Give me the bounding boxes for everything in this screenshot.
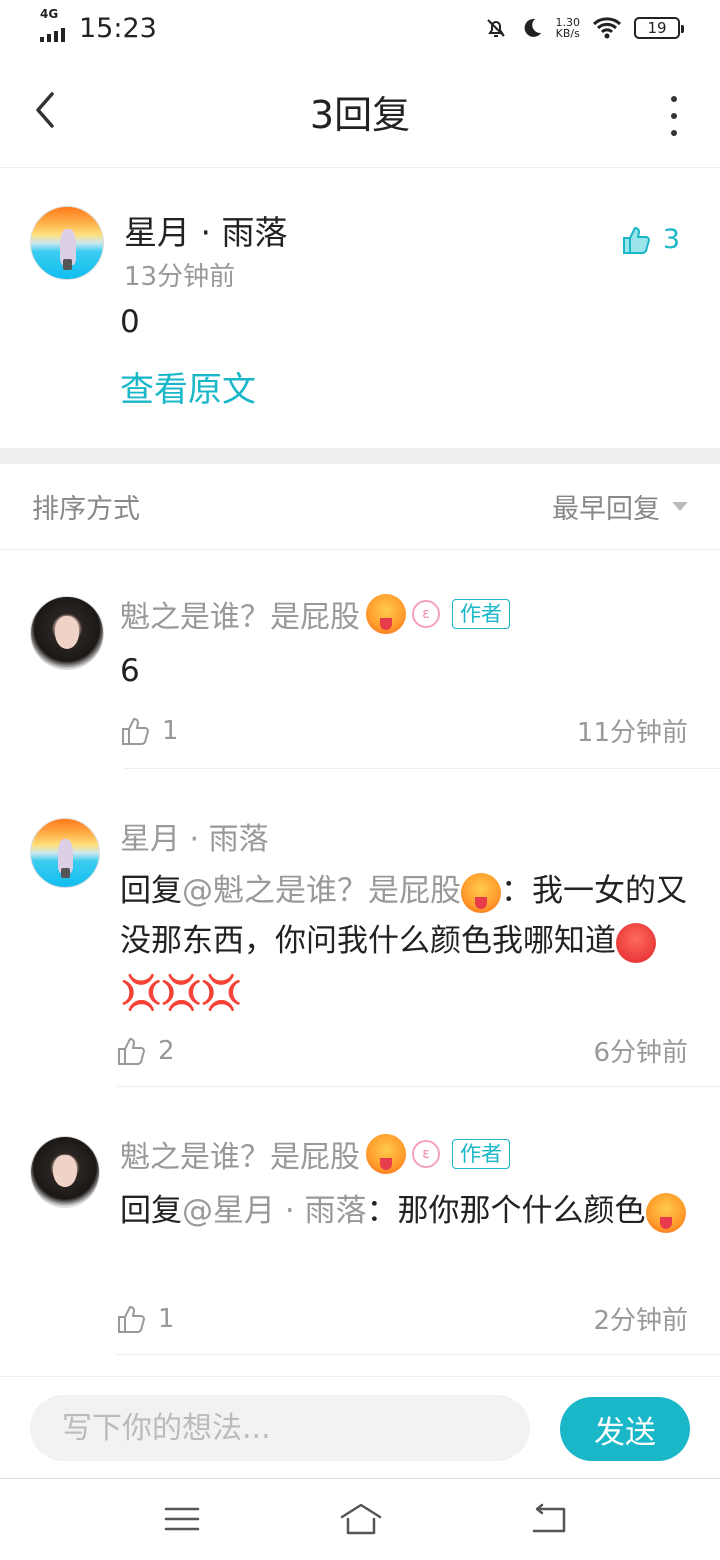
mention-link[interactable]: @魁之是谁？是屁股 — [182, 873, 461, 909]
network-type: 4G — [40, 7, 59, 21]
reply-time: 6分钟前 — [593, 1038, 688, 1068]
section-divider — [0, 448, 720, 464]
thumbs-up-icon — [118, 1037, 145, 1065]
thumbs-up-icon — [622, 226, 650, 254]
compose-bar: 发送 — [0, 1376, 720, 1478]
reply-author-name[interactable]: 魁之是谁？是屁股 — [120, 1132, 360, 1176]
back-arrow-icon[interactable] — [30, 90, 60, 130]
author-name[interactable]: 星月 · 雨落 — [124, 206, 287, 254]
moon-icon — [524, 18, 541, 37]
reply-time: 11分钟前 — [576, 718, 688, 748]
reply-name-row: 魁之是谁？是屁股 ε 作者 — [120, 1132, 510, 1176]
badge-ring-icon: ε — [412, 600, 440, 628]
reply-divider — [116, 1354, 720, 1355]
hot-face-emoji-icon — [366, 594, 406, 634]
reply-author-name[interactable]: 魁之是谁？是屁股 — [120, 592, 360, 636]
reply-divider — [124, 768, 720, 769]
like-count: 1 — [162, 715, 179, 746]
signal-icon — [40, 26, 65, 42]
reply-item: 魁之是谁？是屁股 ε 作者 回复@星月 · 雨落：那你那个什么颜色 1 2分钟前 — [0, 1088, 720, 1358]
avatar[interactable] — [30, 596, 104, 670]
clock: 15:23 — [79, 12, 157, 44]
reply-text: ：那你那个什么颜色 — [366, 1193, 646, 1229]
thumbs-up-icon — [122, 717, 149, 745]
hot-face-emoji-icon — [461, 872, 501, 913]
home-icon[interactable] — [338, 1501, 384, 1537]
status-bar: 4G 15:23 1.30 KB/s 19 — [0, 0, 720, 56]
like-button[interactable]: 2 — [116, 1036, 175, 1066]
like-button[interactable]: 1 — [120, 716, 179, 746]
sort-value: 最早回复 — [552, 494, 660, 525]
reply-item: 星月 · 雨落 回复@魁之是谁？是屁股 ：我一女的又没那东西，你问我什么颜色我哪知… — [0, 770, 720, 1088]
caret-down-icon — [672, 502, 688, 511]
avatar[interactable] — [30, 1136, 100, 1208]
comment-input[interactable] — [30, 1395, 530, 1461]
reply-footer: 1 2分钟前 — [116, 1300, 688, 1337]
reply-time: 2分钟前 — [593, 1306, 688, 1336]
sort-dropdown[interactable]: 最早回复 — [552, 487, 688, 526]
battery-icon: 19 — [634, 17, 684, 39]
reply-divider — [116, 1086, 720, 1087]
hot-face-emoji-icon — [645, 1192, 686, 1233]
angry-face-emoji-icon — [616, 922, 656, 963]
sort-label: 排序方式 — [32, 494, 140, 525]
reply-footer: 2 6分钟前 — [116, 1032, 688, 1069]
reply-author-name[interactable]: 星月 · 雨落 — [120, 814, 269, 858]
reply-content: 回复@魁之是谁？是屁股 ：我一女的又没那东西，你问我什么颜色我哪知道💢💢💢 — [120, 866, 690, 1016]
avatar[interactable] — [30, 818, 100, 888]
like-button[interactable]: 3 — [621, 224, 680, 255]
like-button[interactable]: 1 — [116, 1304, 175, 1334]
badge-ring-icon: ε — [412, 1140, 440, 1168]
author-badge: 作者 — [452, 1139, 510, 1169]
network-speed: 1.30 KB/s — [556, 17, 581, 39]
like-count: 1 — [158, 1303, 175, 1334]
author-badge: 作者 — [452, 599, 510, 629]
avatar[interactable] — [30, 206, 104, 280]
like-count: 3 — [662, 224, 680, 255]
hot-face-emoji-icon — [366, 1134, 406, 1174]
anger-symbol-icon: 💢 — [120, 972, 163, 1013]
post-time: 13分钟前 — [124, 262, 236, 292]
post-content: 0 — [120, 304, 140, 340]
view-original-link[interactable]: 查看原文 — [120, 362, 256, 411]
network-indicator: 4G — [40, 8, 71, 42]
send-button[interactable]: 发送 — [560, 1397, 690, 1461]
wifi-icon — [592, 17, 622, 39]
sort-row: 排序方式 最早回复 — [0, 464, 720, 550]
menu-icon[interactable] — [162, 1501, 202, 1537]
anger-symbol-icon: 💢 — [200, 972, 243, 1013]
status-left: 4G 15:23 — [40, 8, 157, 44]
speed-unit: KB/s — [555, 27, 580, 40]
reply-name-row: 星月 · 雨落 — [120, 814, 269, 858]
page-title: 3回复 — [309, 93, 411, 137]
reply-content: 回复@星月 · 雨落：那你那个什么颜色 — [120, 1186, 690, 1236]
reply-name-row: 魁之是谁？是屁股 ε 作者 — [120, 592, 510, 636]
reply-item: 魁之是谁？是屁股 ε 作者 6 1 11分钟前 — [0, 550, 720, 770]
mention-link[interactable]: @星月 · 雨落 — [182, 1193, 367, 1229]
mute-bell-icon — [486, 19, 505, 37]
battery-level: 19 — [647, 19, 667, 37]
reply-footer: 1 11分钟前 — [120, 712, 688, 749]
anger-symbol-icon: 💢 — [160, 972, 203, 1013]
reply-text: 6 — [120, 653, 140, 689]
main-post: 星月 · 雨落 13分钟前 0 查看原文 3 — [0, 168, 720, 448]
reply-content: 6 — [120, 646, 690, 696]
back-icon[interactable] — [528, 1501, 568, 1537]
system-nav-bar — [0, 1478, 720, 1560]
like-count: 2 — [158, 1035, 175, 1066]
reply-prefix: 回复 — [120, 1193, 182, 1229]
reply-prefix: 回复 — [120, 873, 182, 909]
status-right: 1.30 KB/s 19 — [484, 16, 684, 40]
nav-bar: 3回复 — [0, 56, 720, 168]
more-options-icon[interactable] — [668, 96, 680, 136]
thumbs-up-icon — [118, 1305, 145, 1333]
